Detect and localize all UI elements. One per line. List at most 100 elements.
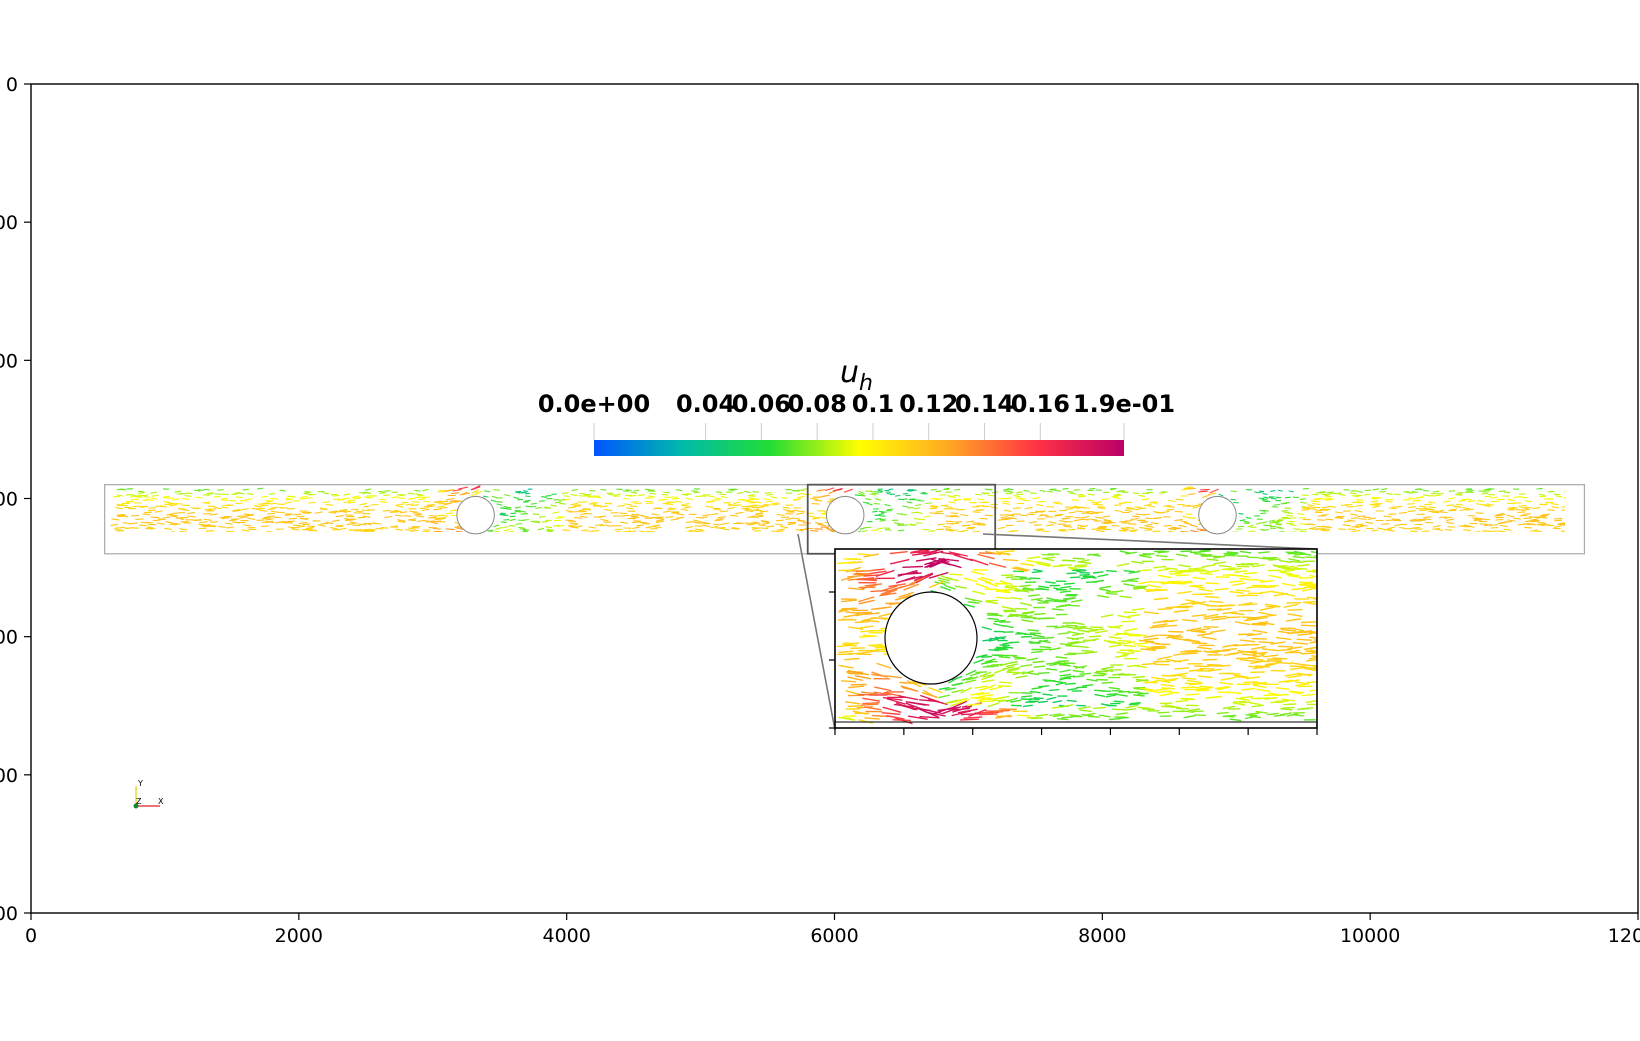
velocity-glyph [1087,493,1095,496]
velocity-glyph [744,490,751,493]
velocity-glyph [617,545,623,546]
velocity-glyph [245,534,252,535]
velocity-glyph [1046,535,1053,536]
velocity-glyph [270,506,279,509]
velocity-glyph [322,546,328,547]
velocity-glyph [894,494,901,497]
velocity-glyph [950,545,956,546]
velocity-glyph [990,506,998,509]
velocity-glyph [707,546,713,547]
velocity-glyph [644,488,652,491]
velocity-glyph [644,543,650,544]
velocity-glyph [260,495,268,498]
obstacle [456,495,495,535]
velocity-glyph [764,492,772,494]
velocity-glyph [731,527,740,530]
velocity-glyph [153,544,159,545]
velocity-glyph [205,537,211,538]
velocity-glyph [1286,574,1300,577]
velocity-glyph [239,516,248,519]
velocity-glyph [1393,493,1401,496]
velocity-glyph [1054,502,1063,505]
velocity-glyph [617,534,624,535]
velocity-glyph [1187,493,1196,496]
velocity-glyph [807,515,816,518]
velocity-glyph [1157,711,1170,714]
velocity-glyph [857,553,873,556]
velocity-glyph [935,510,944,513]
velocity-glyph [816,489,826,492]
velocity-glyph [1448,490,1456,492]
velocity-glyph [689,535,695,536]
velocity-glyph [1283,511,1290,514]
velocity-glyph [1467,500,1476,502]
velocity-glyph [1254,491,1260,494]
velocity-glyph [457,538,465,540]
velocity-glyph [428,514,438,517]
velocity-glyph [1175,540,1182,542]
obstacle [1198,495,1237,535]
velocity-glyph [299,497,307,500]
velocity-glyph [790,538,796,539]
velocity-glyph [984,488,991,491]
velocity-glyph [636,524,645,527]
velocity-glyph [741,542,747,543]
velocity-glyph [1275,496,1282,499]
velocity-glyph [422,500,431,503]
velocity-glyph [791,517,800,520]
velocity-glyph [572,504,581,506]
velocity-glyph [860,529,868,532]
velocity-glyph [1532,548,1537,549]
velocity-glyph [653,537,659,538]
colorbar-tick-label: 1.9e-01 [1073,390,1175,418]
velocity-glyph [588,530,597,532]
velocity-glyph [1407,510,1416,512]
velocity-glyph [665,516,674,519]
velocity-glyph [1324,495,1332,498]
velocity-glyph [152,519,161,522]
velocity-glyph [1002,558,1019,562]
velocity-glyph [1372,505,1380,509]
velocity-glyph [725,541,731,542]
velocity-glyph [1029,492,1037,495]
velocity-glyph [1394,523,1403,527]
velocity-glyph [1151,531,1156,532]
velocity-glyph [504,494,511,497]
velocity-glyph [1193,714,1207,717]
velocity-glyph [821,494,830,498]
velocity-glyph [918,518,926,521]
velocity-glyph [303,540,309,541]
velocity-glyph [179,535,185,536]
velocity-glyph [814,541,822,542]
velocity-glyph [913,507,921,510]
velocity-glyph [536,540,541,541]
velocity-glyph [935,490,942,493]
velocity-glyph [1037,510,1046,513]
x-axis: 0 2000 4000 6000 8000 10000 12000 [25,913,1640,947]
velocity-glyph [724,534,731,535]
velocity-glyph [866,502,873,506]
velocity-glyph [243,524,252,527]
velocity-glyph [331,519,341,522]
velocity-glyph [960,529,968,532]
velocity-glyph [190,542,196,543]
velocity-glyph [1547,534,1554,535]
velocity-glyph [164,527,172,530]
velocity-glyph [1039,646,1052,649]
velocity-glyph [179,531,188,532]
velocity-glyph [1572,530,1579,531]
velocity-glyph [238,543,244,544]
velocity-glyph [1013,589,1026,592]
velocity-glyph [1303,535,1309,536]
velocity-glyph [1355,504,1363,507]
velocity-glyph [566,539,572,540]
velocity-glyph [1019,514,1028,517]
velocity-glyph [1406,542,1412,543]
velocity-glyph [411,504,419,507]
velocity-glyph [1016,520,1025,522]
colorbar-bar [594,440,1124,456]
velocity-glyph [1105,570,1117,573]
velocity-glyph [1209,488,1219,494]
velocity-glyph [1299,498,1307,500]
velocity-glyph [456,533,464,534]
